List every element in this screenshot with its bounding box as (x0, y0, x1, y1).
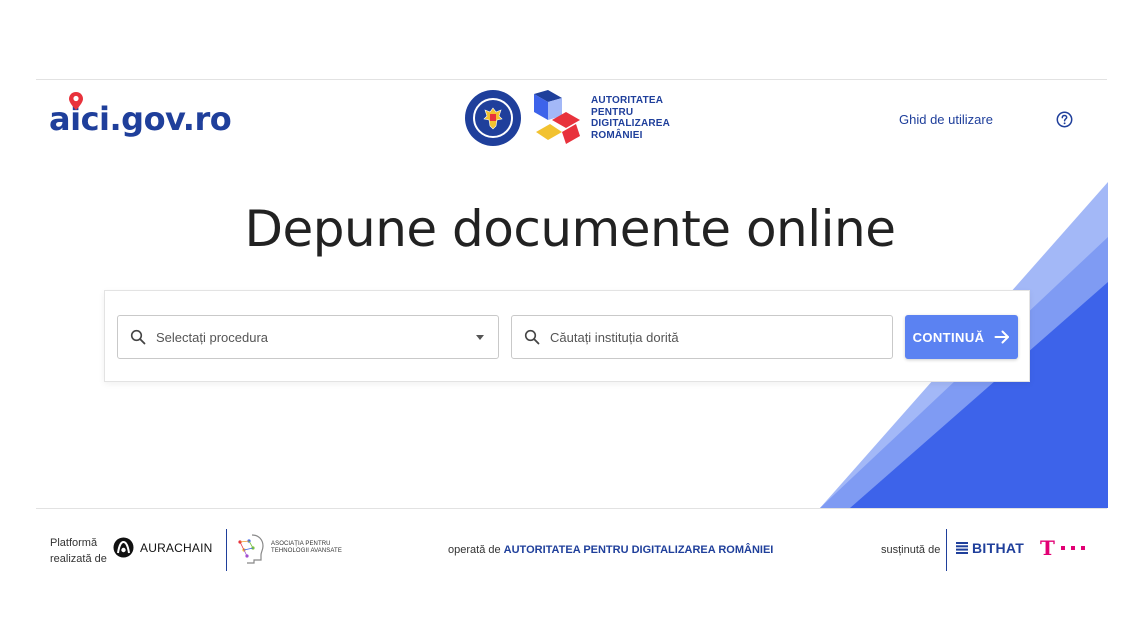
map-pin-icon (69, 92, 83, 110)
aurachain-icon (113, 537, 134, 558)
adr-logo-icon[interactable] (532, 90, 582, 146)
page-title: Depune documente online (244, 200, 896, 258)
adr-line: ROMÂNIEI (591, 129, 643, 141)
site-logo[interactable]: aici.gov.ro (49, 92, 232, 141)
apta-line: ASOCIAȚIA PENTRU (271, 541, 331, 547)
operated-prefix: operată de (448, 544, 501, 556)
telekom-t-icon: T (1040, 536, 1055, 560)
user-guide-link[interactable]: Ghid de utilizare (899, 112, 993, 127)
ai-head-icon (238, 534, 264, 564)
telekom-dot (1070, 546, 1075, 550)
telekom-dot (1060, 546, 1065, 550)
arrow-right-icon (994, 330, 1010, 344)
supported-by-label: susținută de (881, 544, 941, 556)
institution-search-input[interactable]: Căutați instituția dorită (511, 315, 893, 359)
continue-button[interactable]: CONTINUĂ (905, 315, 1018, 359)
search-panel: Selectați procedura Căutați instituția d… (104, 290, 1030, 382)
adr-line: PENTRU (591, 106, 634, 118)
procedure-select[interactable]: Selectați procedura (117, 315, 499, 359)
footer-separator (946, 529, 947, 571)
operated-by-text: operată de AUTORITATEA PENTRU DIGITALIZA… (448, 544, 773, 556)
bithat-label: BITHAT (972, 540, 1025, 556)
operated-org-link[interactable]: AUTORITATEA PENTRU DIGITALIZAREA ROMÂNIE… (504, 544, 774, 556)
apta-logo[interactable]: ASOCIAȚIA PENTRU TEHNOLOGII AVANSATE (234, 532, 342, 564)
telekom-dot (1080, 546, 1085, 550)
adr-line: AUTORITATEA (591, 95, 664, 106)
adr-line: DIGITALIZAREA (591, 118, 671, 129)
search-icon (130, 329, 146, 345)
eagle-crest-icon (473, 98, 513, 138)
header-divider (36, 79, 1107, 80)
footer-separator (226, 529, 227, 571)
chevron-down-icon (476, 335, 484, 340)
government-seal-logo[interactable] (465, 90, 521, 146)
telekom-logo[interactable]: T (1040, 538, 1085, 558)
continue-label: CONTINUĂ (912, 329, 985, 345)
procedure-placeholder: Selectați procedura (156, 329, 269, 345)
platform-line: Platformă (50, 537, 98, 549)
aurachain-label: AURACHAIN (140, 540, 213, 555)
apta-label: ASOCIAȚIA PENTRU TEHNOLOGII AVANSATE (271, 541, 342, 555)
bithat-logo[interactable]: BITHAT (956, 540, 1024, 556)
search-icon (524, 329, 540, 345)
institution-placeholder: Căutați instituția dorită (550, 329, 679, 345)
aurachain-logo[interactable]: AURACHAIN (113, 537, 212, 558)
question-circle-icon[interactable] (1056, 111, 1073, 128)
platform-credit-label: Platformă realizată de (50, 535, 107, 567)
platform-line: realizată de (50, 553, 107, 565)
footer-divider-line (36, 508, 1107, 509)
adr-logo-text: AUTORITATEA PENTRU DIGITALIZAREA ROMÂNIE… (591, 95, 670, 141)
bithat-icon (956, 542, 968, 554)
apta-line: TEHNOLOGII AVANSATE (271, 548, 342, 554)
page: aici.gov.ro AUTORITATEA PENTRU DIGITALIZ… (0, 0, 1140, 642)
